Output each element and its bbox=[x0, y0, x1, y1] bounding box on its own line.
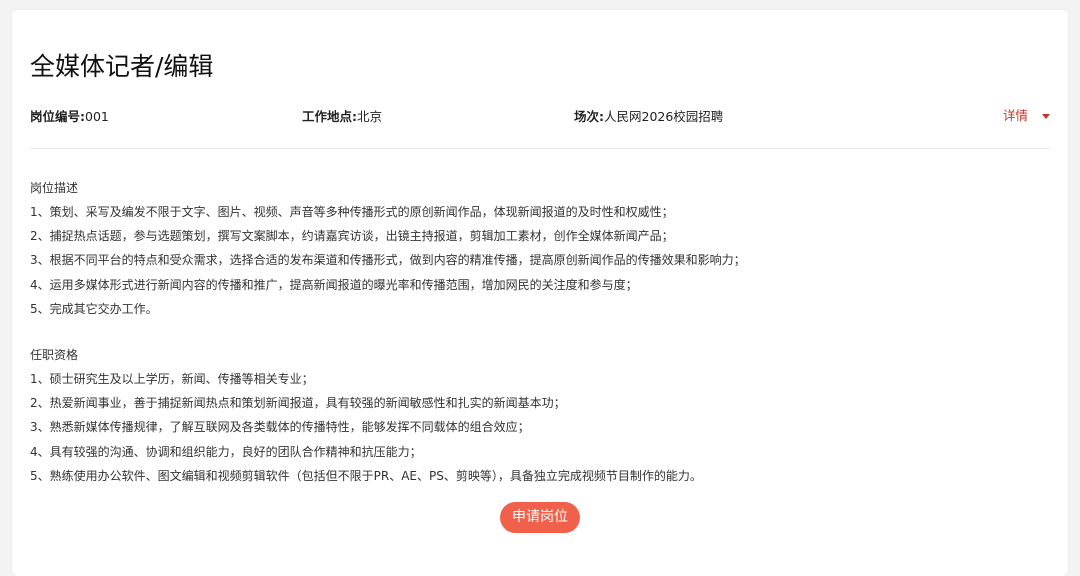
job-id-value: 001 bbox=[85, 109, 109, 124]
description-item: 1、策划、采写及编发不限于文字、图片、视频、声音等多种传播形式的原创新闻作品，体… bbox=[30, 205, 674, 219]
qualification-item: 4、具有较强的沟通、协调和组织能力，良好的团队合作精神和抗压能力； bbox=[30, 444, 422, 459]
apply-button[interactable]: 申请岗位 bbox=[500, 502, 580, 533]
qualification-item: 3、熟悉新媒体传播规律，了解互联网及各类载体的传播特性，能够发挥不同载体的组合效… bbox=[30, 420, 530, 435]
job-qualifications-section: 任职资格 1、硕士研究生及以上学历，新闻、传播等相关专业； 2、热爱新闻事业，善… bbox=[30, 345, 1040, 490]
description-item: 3、根据不同平台的特点和受众需求，选择合适的发布渠道和传播形式，做到内容的精准传… bbox=[30, 253, 746, 268]
job-session-label: 场次: bbox=[574, 109, 604, 124]
qualification-item: 2、热爱新闻事业，善于捕捉新闻热点和策划新闻报道，具有较强的新闻敏感性和扎实的新… bbox=[30, 396, 566, 411]
description-item: 5、完成其它交办工作。 bbox=[30, 301, 158, 316]
description-item: 2、捕捉热点话题，参与选题策划，撰写文案脚本，约请嘉宾访谈，出镜主持报道，剪辑加… bbox=[30, 229, 674, 244]
qualification-item: 5、熟练使用办公软件、图文编辑和视频剪辑软件（包括但不限于PR、AE、PS、剪映… bbox=[30, 468, 702, 483]
job-location-value: 北京 bbox=[357, 109, 383, 124]
detail-toggle[interactable]: 详情 bbox=[1003, 106, 1050, 126]
job-description-section: 岗位描述 1、策划、采写及编发不限于文字、图片、视频、声音等多种传播形式的原创新… bbox=[30, 178, 1040, 323]
job-id: 岗位编号:001 bbox=[30, 107, 109, 127]
qualification-item: 1、硕士研究生及以上学历，新闻、传播等相关专业； bbox=[30, 372, 314, 386]
description-item: 4、运用多媒体形式进行新闻内容的传播和推广，提高新闻报道的曝光率和传播范围，增加… bbox=[30, 277, 638, 292]
job-location-label: 工作地点: bbox=[302, 109, 357, 124]
section-heading-description: 岗位描述 bbox=[30, 181, 79, 195]
job-location: 工作地点:北京 bbox=[302, 107, 382, 127]
job-session: 场次:人民网2026校园招聘 bbox=[574, 107, 723, 127]
job-id-label: 岗位编号: bbox=[30, 109, 85, 124]
detail-toggle-label: 详情 bbox=[1002, 108, 1028, 123]
divider bbox=[30, 148, 1050, 149]
job-session-value: 人民网2026校园招聘 bbox=[604, 109, 724, 124]
job-card: 全媒体记者/编辑 岗位编号:001 工作地点:北京 场次:人民网2026校园招聘… bbox=[12, 10, 1068, 576]
caret-down-icon bbox=[1042, 113, 1050, 119]
job-title: 全媒体记者/编辑 bbox=[30, 52, 214, 81]
section-heading-qualifications: 任职资格 bbox=[30, 348, 79, 362]
